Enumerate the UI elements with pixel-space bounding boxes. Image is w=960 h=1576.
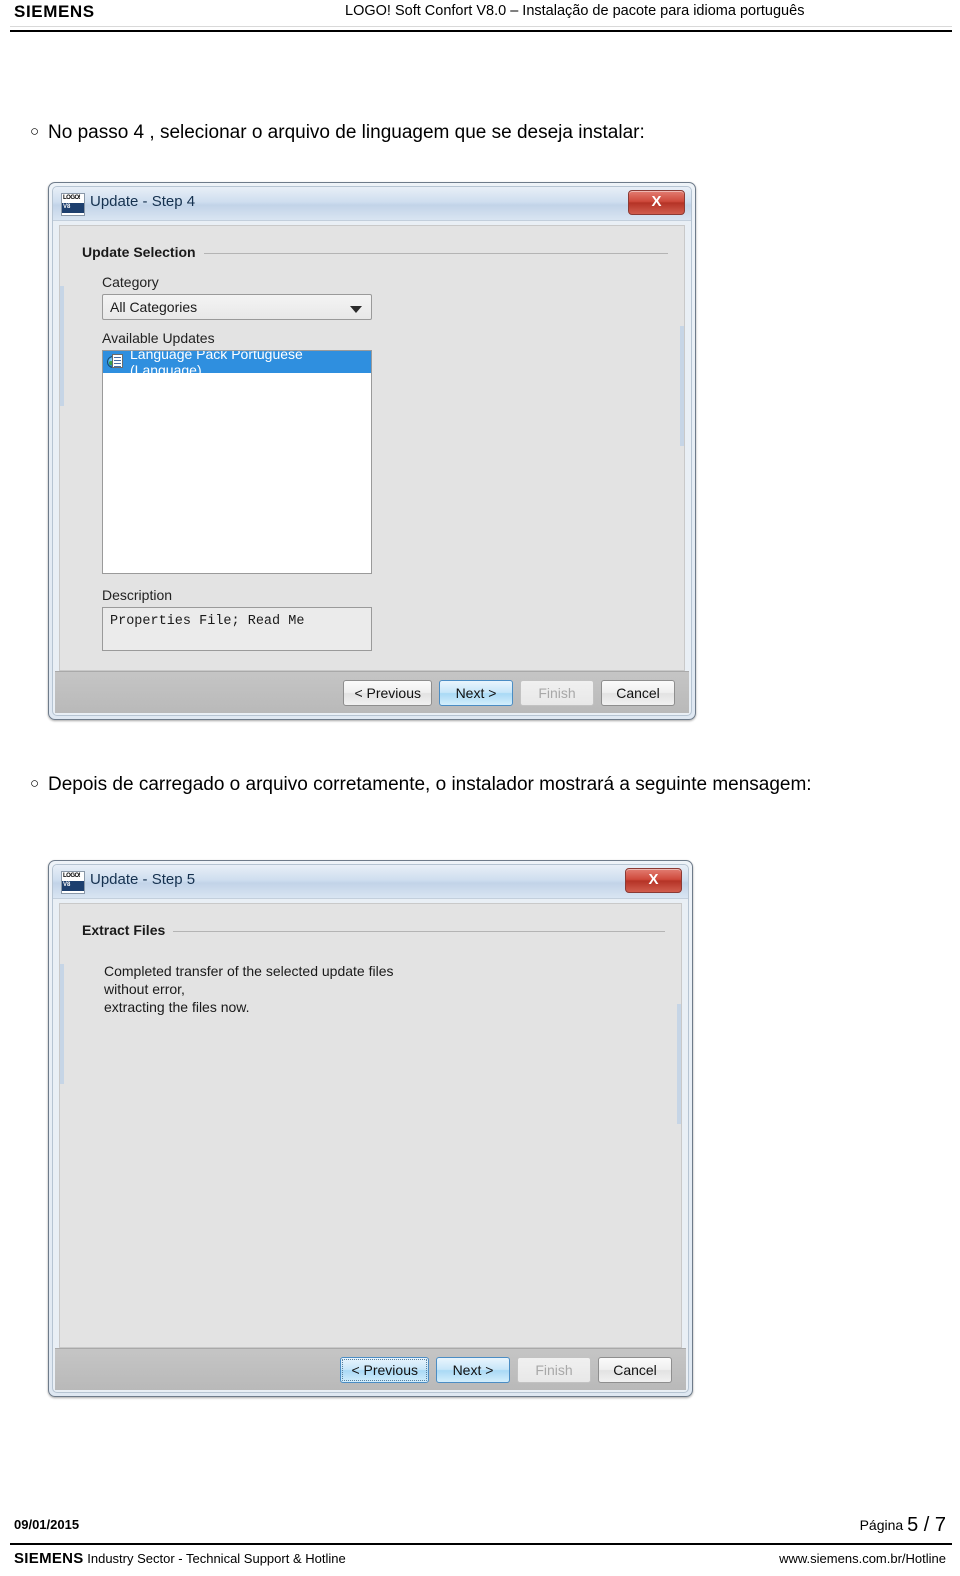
dialog2-button-bar: < Previous Next > Finish Cancel bbox=[55, 1348, 686, 1390]
category-select-value: All Categories bbox=[110, 299, 198, 315]
app-icon-bottom-label: V8 bbox=[62, 203, 84, 213]
extract-files-group-title: Extract Files bbox=[82, 922, 174, 938]
update-selection-group-title: Update Selection bbox=[82, 244, 204, 260]
header-thin-rule bbox=[10, 26, 952, 27]
update-step4-dialog[interactable]: LOGO! V8 Update - Step 4 X Update Select… bbox=[48, 182, 696, 720]
footer-brand: SIEMENS bbox=[14, 1550, 84, 1567]
previous-button[interactable]: < Previous bbox=[343, 679, 432, 706]
bullet-paragraph-2-text: Depois de carregado o arquivo corretamen… bbox=[48, 774, 812, 795]
dialog1-right-accent bbox=[680, 326, 684, 446]
close-icon[interactable]: X bbox=[628, 190, 685, 215]
dialog2-titlebar[interactable]: LOGO! V8 Update - Step 5 X bbox=[53, 865, 688, 899]
finish-button-2: Finish bbox=[517, 1356, 591, 1383]
chevron-down-icon bbox=[350, 306, 362, 313]
available-updates-label: Available Updates bbox=[102, 330, 215, 346]
dialog2-left-accent bbox=[60, 964, 64, 1084]
description-label: Description bbox=[102, 587, 173, 603]
dialog2-right-accent bbox=[677, 1004, 681, 1124]
category-label: Category bbox=[102, 274, 159, 290]
footer-department: Industry Sector - Technical Support & Ho… bbox=[87, 1551, 346, 1566]
close-icon-2[interactable]: X bbox=[625, 868, 682, 893]
document-header: SIEMENS LOGO! Soft Confort V8.0 – Instal… bbox=[0, 0, 960, 34]
bullet-paragraph-1-text: No passo 4 , selecionar o arquivo de lin… bbox=[48, 122, 645, 143]
dialog1-left-accent bbox=[60, 286, 64, 406]
list-item-label: Language Pack Portuguese (Language) bbox=[130, 350, 303, 378]
header-rule bbox=[10, 30, 952, 32]
category-select[interactable]: All Categories bbox=[102, 294, 372, 320]
bullet-marker-icon-2: ○ bbox=[30, 775, 40, 792]
app-icon-top-label-2: LOGO! bbox=[63, 873, 81, 879]
footer-department-block: SIEMENS Industry Sector - Technical Supp… bbox=[14, 1550, 346, 1567]
dialog2-client-area: Extract Files Completed transfer of the … bbox=[59, 903, 682, 1348]
finish-button: Finish bbox=[520, 679, 594, 706]
dialog1-inner-frame: LOGO! V8 Update - Step 4 X Update Select… bbox=[52, 186, 692, 716]
document-footer: 09/01/2015 Página 5 / 7 SIEMENS Industry… bbox=[0, 1500, 960, 1576]
bullet-paragraph-1: ○ No passo 4 , selecionar o arquivo de l… bbox=[22, 118, 902, 148]
document-header-title: LOGO! Soft Confort V8.0 – Instalação de … bbox=[345, 3, 805, 19]
footer-page-prefix: Página bbox=[859, 1517, 904, 1533]
available-updates-list[interactable]: Language Pack Portuguese (Language) bbox=[102, 350, 372, 574]
language-pack-icon bbox=[107, 353, 125, 371]
list-item[interactable]: Language Pack Portuguese (Language) bbox=[103, 351, 371, 378]
extract-files-group: Extract Files bbox=[82, 922, 665, 940]
logo-v8-app-icon-2: LOGO! V8 bbox=[61, 871, 85, 894]
next-button-2[interactable]: Next > bbox=[436, 1356, 510, 1383]
dialog1-client-area: Update Selection Category All Categories… bbox=[59, 225, 685, 671]
dialog2-title: Update - Step 5 bbox=[90, 871, 196, 888]
footer-rule bbox=[10, 1543, 952, 1545]
update-step5-dialog[interactable]: LOGO! V8 Update - Step 5 X Extract Files… bbox=[48, 860, 693, 1397]
footer-date: 09/01/2015 bbox=[14, 1517, 80, 1532]
dialog1-titlebar[interactable]: LOGO! V8 Update - Step 4 X bbox=[53, 187, 691, 221]
next-button[interactable]: Next > bbox=[439, 679, 513, 706]
dialog2-inner-frame: LOGO! V8 Update - Step 5 X Extract Files… bbox=[52, 864, 689, 1393]
dialog1-title: Update - Step 4 bbox=[90, 193, 196, 210]
bullet-paragraph-2: ○ Depois de carregado o arquivo corretam… bbox=[22, 770, 872, 800]
app-icon-top-label: LOGO! bbox=[63, 195, 81, 201]
logo-v8-app-icon: LOGO! V8 bbox=[61, 193, 85, 216]
extract-status-message: Completed transfer of the selected updat… bbox=[104, 963, 394, 1015]
footer-page-number: 5 / 7 bbox=[907, 1514, 946, 1536]
cancel-button[interactable]: Cancel bbox=[601, 679, 675, 706]
dialog1-button-bar: < Previous Next > Finish Cancel bbox=[55, 671, 689, 713]
siemens-brand-logo: SIEMENS bbox=[14, 2, 95, 21]
app-icon-bottom-label-2: V8 bbox=[62, 881, 84, 891]
footer-page-indicator: Página 5 / 7 bbox=[860, 1514, 946, 1537]
description-box: Properties File; Read Me bbox=[102, 607, 372, 651]
previous-button-2[interactable]: < Previous bbox=[340, 1356, 429, 1383]
bullet-marker-icon: ○ bbox=[30, 123, 40, 140]
document-icon bbox=[112, 354, 123, 368]
update-selection-group: Update Selection bbox=[82, 244, 668, 262]
footer-url: www.siemens.com.br/Hotline bbox=[779, 1551, 946, 1566]
cancel-button-2[interactable]: Cancel bbox=[598, 1356, 672, 1383]
